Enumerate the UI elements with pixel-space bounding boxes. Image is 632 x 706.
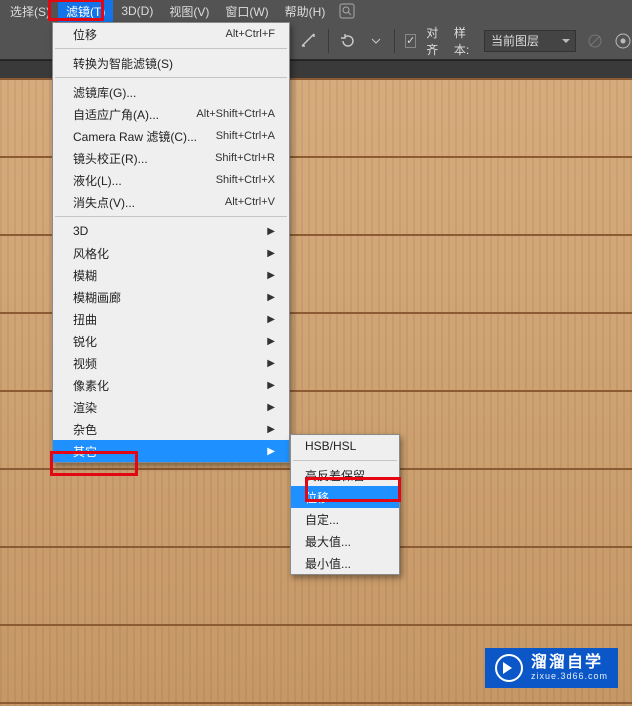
menu-item-other[interactable]: 其它 ▶ bbox=[53, 440, 289, 462]
submenu-arrow-icon: ▶ bbox=[267, 270, 275, 281]
menu-item-label: 模糊画廊 bbox=[73, 289, 121, 306]
play-icon bbox=[495, 654, 523, 682]
menu-item-camera-raw[interactable]: Camera Raw 滤镜(C)... Shift+Ctrl+A bbox=[53, 125, 289, 147]
filter-menu: 位移 Alt+Ctrl+F 转换为智能滤镜(S) 滤镜库(G)... 自适应广角… bbox=[52, 22, 290, 463]
menu-separator bbox=[293, 460, 397, 461]
submenu-arrow-icon: ▶ bbox=[267, 336, 275, 347]
menu-item-label: 消失点(V)... bbox=[73, 194, 135, 211]
menu-item-liquify[interactable]: 液化(L)... Shift+Ctrl+X bbox=[53, 169, 289, 191]
menu-separator bbox=[55, 77, 287, 78]
menu-item-shortcut: Shift+Ctrl+A bbox=[216, 130, 275, 142]
menu-item-lens-correct[interactable]: 镜头校正(R)... Shift+Ctrl+R bbox=[53, 147, 289, 169]
menu-3d[interactable]: 3D(D) bbox=[113, 1, 161, 21]
align-label: 对齐 bbox=[426, 24, 444, 58]
sample-select[interactable]: 当前图层 bbox=[484, 30, 576, 52]
menu-help[interactable]: 帮助(H) bbox=[277, 0, 334, 23]
submenu-arrow-icon: ▶ bbox=[267, 446, 275, 457]
menu-item-noise[interactable]: 杂色 ▶ bbox=[53, 418, 289, 440]
menu-item-smart-filter[interactable]: 转换为智能滤镜(S) bbox=[53, 52, 289, 74]
watermark: 溜溜自学 zixue.3d66.com bbox=[485, 648, 618, 688]
menu-item-label: 镜头校正(R)... bbox=[73, 150, 148, 167]
other-submenu: HSB/HSL 高反差保留... 位移... 自定... 最大值... 最小值.… bbox=[290, 434, 400, 575]
menu-item-label: Camera Raw 滤镜(C)... bbox=[73, 128, 197, 145]
menu-item-shortcut: Alt+Shift+Ctrl+A bbox=[196, 108, 275, 120]
submenu-arrow-icon: ▶ bbox=[267, 248, 275, 259]
menu-item-label: 扭曲 bbox=[73, 311, 97, 328]
menu-item-blur[interactable]: 模糊 ▶ bbox=[53, 264, 289, 286]
search-help-icon[interactable] bbox=[339, 3, 355, 19]
submenu-arrow-icon: ▶ bbox=[267, 226, 275, 237]
straighten-icon[interactable] bbox=[300, 29, 318, 53]
menu-separator bbox=[55, 48, 287, 49]
submenu-item-custom[interactable]: 自定... bbox=[291, 508, 399, 530]
menu-item-distort[interactable]: 扭曲 ▶ bbox=[53, 308, 289, 330]
submenu-item-hsbhsl[interactable]: HSB/HSL bbox=[291, 435, 399, 457]
menu-view[interactable]: 视图(V) bbox=[161, 0, 217, 23]
pressure-icon[interactable] bbox=[614, 29, 632, 53]
submenu-item-maximum[interactable]: 最大值... bbox=[291, 530, 399, 552]
menu-item-label: 像素化 bbox=[73, 377, 109, 394]
submenu-arrow-icon: ▶ bbox=[267, 314, 275, 325]
menu-item-adaptive-wide[interactable]: 自适应广角(A)... Alt+Shift+Ctrl+A bbox=[53, 103, 289, 125]
menu-item-pixelate[interactable]: 像素化 ▶ bbox=[53, 374, 289, 396]
menu-item-blur-gallery[interactable]: 模糊画廊 ▶ bbox=[53, 286, 289, 308]
menu-item-shortcut: Shift+Ctrl+R bbox=[215, 152, 275, 164]
menu-item-label: 视频 bbox=[73, 355, 97, 372]
menu-item-label: 滤镜库(G)... bbox=[73, 84, 136, 101]
menu-bar: 选择(S) 滤镜(T) 3D(D) 视图(V) 窗口(W) 帮助(H) bbox=[0, 0, 632, 22]
menu-item-label: 模糊 bbox=[73, 267, 97, 284]
separator bbox=[328, 29, 329, 53]
menu-item-label: 渲染 bbox=[73, 399, 97, 416]
menu-select[interactable]: 选择(S) bbox=[2, 0, 58, 23]
menu-item-filter-gallery[interactable]: 滤镜库(G)... bbox=[53, 81, 289, 103]
submenu-arrow-icon: ▶ bbox=[267, 424, 275, 435]
menu-item-stylize[interactable]: 风格化 ▶ bbox=[53, 242, 289, 264]
menu-item-label: 锐化 bbox=[73, 333, 97, 350]
menu-item-label: 其它 bbox=[73, 443, 97, 460]
submenu-arrow-icon: ▶ bbox=[267, 380, 275, 391]
menu-item-vanishing-point[interactable]: 消失点(V)... Alt+Ctrl+V bbox=[53, 191, 289, 213]
menu-item-label: 风格化 bbox=[73, 245, 109, 262]
menu-item-label: 杂色 bbox=[73, 421, 97, 438]
submenu-item-minimum[interactable]: 最小值... bbox=[291, 552, 399, 574]
menu-item-label: 液化(L)... bbox=[73, 172, 122, 189]
menu-item-label: 位移 bbox=[73, 26, 97, 43]
menu-item-label: 3D bbox=[73, 224, 88, 238]
menu-filter[interactable]: 滤镜(T) bbox=[58, 0, 113, 23]
menu-separator bbox=[55, 216, 287, 217]
menu-item-shortcut: Alt+Ctrl+F bbox=[225, 28, 275, 40]
menu-item-sharpen[interactable]: 锐化 ▶ bbox=[53, 330, 289, 352]
submenu-item-offset[interactable]: 位移... bbox=[291, 486, 399, 508]
menu-item-label: 自适应广角(A)... bbox=[73, 106, 159, 123]
dropdown-caret-icon[interactable] bbox=[367, 29, 385, 53]
menu-item-shortcut: Alt+Ctrl+V bbox=[225, 196, 275, 208]
watermark-url: zixue.3d66.com bbox=[531, 672, 608, 682]
menu-item-video[interactable]: 视频 ▶ bbox=[53, 352, 289, 374]
separator bbox=[394, 29, 395, 53]
rotate-icon[interactable] bbox=[339, 29, 357, 53]
menu-item-label: 转换为智能滤镜(S) bbox=[73, 55, 173, 72]
menu-item-last-filter[interactable]: 位移 Alt+Ctrl+F bbox=[53, 23, 289, 45]
menu-item-shortcut: Shift+Ctrl+X bbox=[216, 174, 275, 186]
sample-label: 样本: bbox=[454, 24, 474, 58]
submenu-arrow-icon: ▶ bbox=[267, 292, 275, 303]
align-checkbox[interactable]: ✓ bbox=[405, 34, 416, 48]
ignore-adjustment-icon[interactable] bbox=[586, 29, 604, 53]
submenu-arrow-icon: ▶ bbox=[267, 358, 275, 369]
submenu-item-highpass[interactable]: 高反差保留... bbox=[291, 464, 399, 486]
menu-item-3d[interactable]: 3D ▶ bbox=[53, 220, 289, 242]
menu-item-render[interactable]: 渲染 ▶ bbox=[53, 396, 289, 418]
watermark-brand: 溜溜自学 bbox=[531, 654, 608, 672]
menu-window[interactable]: 窗口(W) bbox=[217, 0, 276, 23]
submenu-arrow-icon: ▶ bbox=[267, 402, 275, 413]
